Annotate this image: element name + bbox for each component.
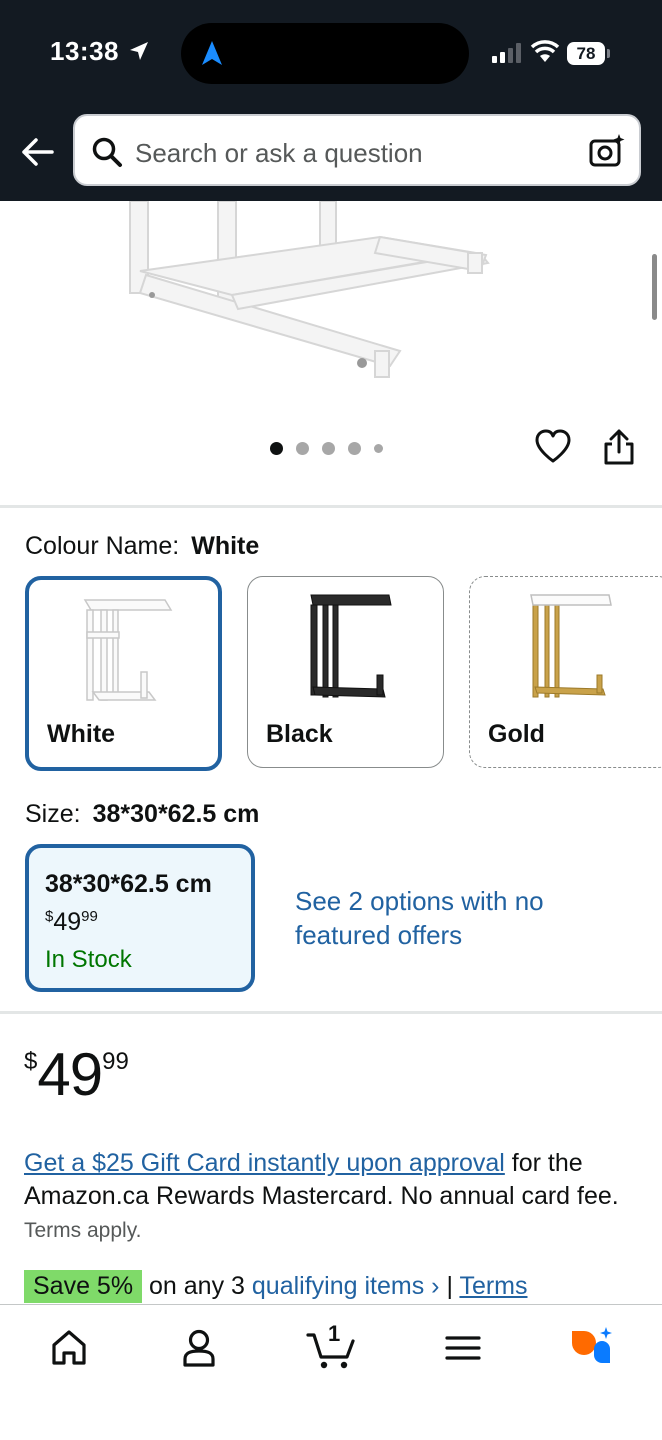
rufus-assistant-icon[interactable] xyxy=(568,1323,618,1373)
battery-indicator: 78 xyxy=(567,42,605,65)
home-icon[interactable] xyxy=(44,1323,94,1373)
product-image[interactable] xyxy=(0,201,662,411)
dynamic-island xyxy=(181,23,469,84)
qualifying-items-label: qualifying items xyxy=(251,1272,425,1300)
swatch-label: Black xyxy=(266,720,333,748)
share-icon[interactable] xyxy=(602,428,636,466)
size-price-whole: 49 xyxy=(53,908,82,936)
wifi-icon xyxy=(530,40,560,62)
stock-status: In Stock xyxy=(45,946,132,973)
chevron-right-icon: › xyxy=(431,1272,440,1300)
multibuy-promo: Save 5% on any 3 qualifying items › | Te… xyxy=(24,1270,528,1306)
camera-lens-icon[interactable] xyxy=(588,132,626,170)
cart-tab[interactable]: 1 xyxy=(304,1321,360,1373)
status-time: 13:38 xyxy=(50,36,119,66)
save-badge: Save 5% xyxy=(24,1270,143,1303)
carousel-dot[interactable] xyxy=(322,441,335,455)
navigation-arrow-icon xyxy=(202,41,222,65)
size-option-card[interactable]: 38*30*62.5 cm $4999 In Stock xyxy=(25,844,255,992)
price-fraction: 99 xyxy=(102,1048,129,1075)
terms-link[interactable]: Terms xyxy=(459,1272,527,1300)
account-icon[interactable] xyxy=(174,1323,224,1373)
price-whole: 49 xyxy=(37,1041,103,1108)
colour-label-row: Colour Name: White xyxy=(25,532,259,561)
cellular-signal-icon xyxy=(492,43,521,63)
size-option-price: $4999 xyxy=(45,908,98,937)
colour-label: Colour Name: xyxy=(25,532,180,560)
bottom-tab-bar: 1 xyxy=(0,1304,662,1440)
colour-swatch-white[interactable]: White xyxy=(25,576,222,771)
carousel-dot[interactable] xyxy=(296,441,309,455)
colour-swatch-black[interactable]: Black xyxy=(247,576,444,768)
product-price: $4999 xyxy=(24,1040,129,1109)
carousel-dot[interactable] xyxy=(348,441,361,455)
white-table-thumbnail xyxy=(83,599,173,701)
gold-table-thumbnail xyxy=(530,594,612,698)
black-table-thumbnail xyxy=(310,594,392,698)
section-divider xyxy=(0,1011,662,1014)
price-currency: $ xyxy=(24,1048,38,1075)
location-arrow-icon xyxy=(130,42,148,60)
app-header: 13:38 78 xyxy=(0,0,662,201)
separator: | xyxy=(446,1272,453,1300)
heart-icon[interactable] xyxy=(534,428,572,464)
product-table-image xyxy=(129,201,490,378)
gift-card-offer-link[interactable]: Get a $25 Gift Card instantly upon appro… xyxy=(24,1149,505,1177)
search-icon xyxy=(92,137,122,167)
swatch-label: White xyxy=(47,720,116,748)
battery-cap xyxy=(607,49,610,58)
swatch-label: Gold xyxy=(488,720,545,748)
qualifying-items-link[interactable]: qualifying items › xyxy=(252,1272,440,1300)
credit-card-promo: Get a $25 Gift Card instantly upon appro… xyxy=(24,1147,644,1247)
size-option-title: 38*30*62.5 cm xyxy=(45,870,212,898)
colour-swatch-gold[interactable]: Gold xyxy=(469,576,662,768)
back-arrow-icon[interactable] xyxy=(18,132,58,172)
save-text: on any 3 xyxy=(149,1272,245,1300)
image-carousel-indicator[interactable] xyxy=(270,440,383,456)
menu-icon[interactable] xyxy=(438,1323,488,1373)
size-label-row: Size: 38*30*62.5 cm xyxy=(25,800,259,829)
scrollbar-thumb[interactable] xyxy=(652,254,657,320)
search-bar[interactable] xyxy=(73,114,641,186)
carousel-dot[interactable] xyxy=(374,443,383,453)
cart-count-badge: 1 xyxy=(328,1321,341,1346)
carousel-dot[interactable] xyxy=(270,441,283,455)
promo-terms: Terms apply. xyxy=(24,1219,142,1242)
search-input[interactable] xyxy=(135,136,575,170)
size-label: Size: xyxy=(25,800,81,828)
colour-selected-value: White xyxy=(191,532,260,560)
see-options-link[interactable]: See 2 options with no featured offers xyxy=(295,884,555,952)
section-divider xyxy=(0,505,662,508)
size-price-fraction: 99 xyxy=(81,908,98,925)
size-selected-value: 38*30*62.5 cm xyxy=(92,800,260,828)
